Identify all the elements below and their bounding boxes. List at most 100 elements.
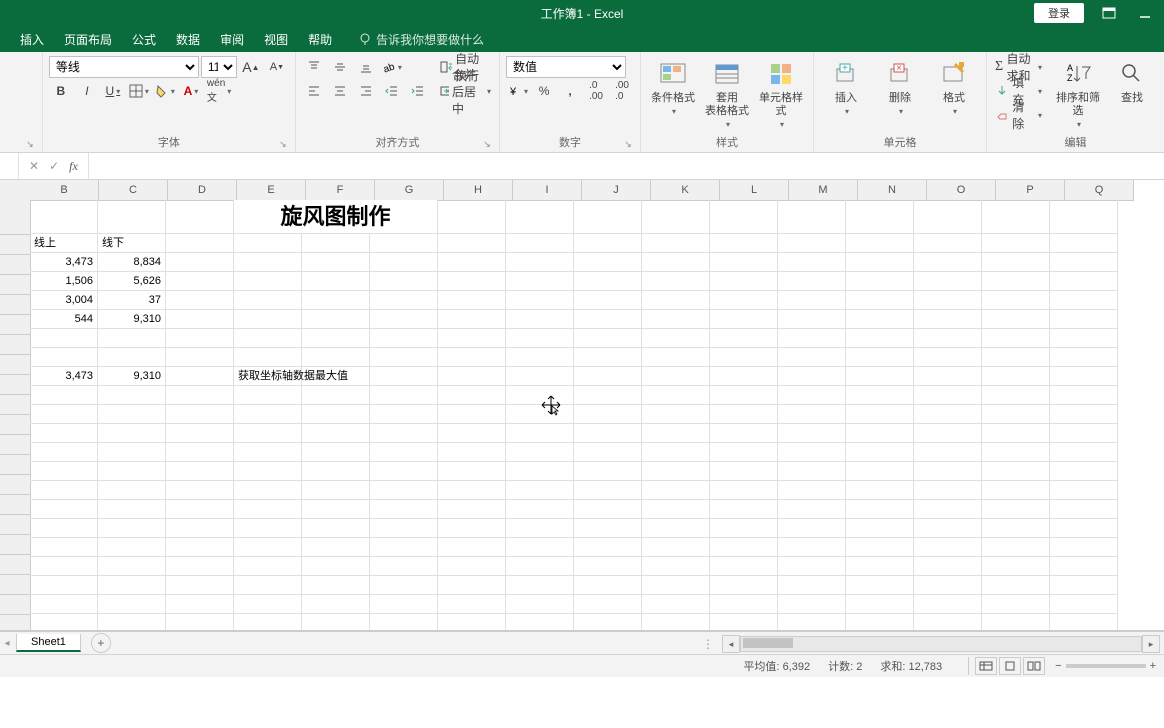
cell[interactable] [1050,367,1118,386]
row-header[interactable] [0,535,30,555]
cell[interactable] [846,424,914,443]
cell[interactable] [778,443,846,462]
cell[interactable] [846,519,914,538]
cell[interactable] [98,595,166,614]
cell[interactable] [846,348,914,367]
cell[interactable] [166,424,234,443]
cell[interactable] [166,557,234,576]
column-header[interactable]: H [444,180,513,200]
cell[interactable] [30,614,98,631]
cell[interactable] [30,576,98,595]
cell[interactable] [846,291,914,310]
cell[interactable] [710,272,778,291]
cell[interactable] [166,253,234,272]
cell[interactable] [846,310,914,329]
cell[interactable] [710,234,778,253]
cell[interactable] [914,272,982,291]
cell[interactable] [234,348,302,367]
cell[interactable] [574,443,642,462]
cell[interactable] [982,291,1050,310]
cell[interactable]: 3,473 [30,367,98,386]
cell[interactable] [1050,462,1118,481]
cell[interactable]: 544 [30,310,98,329]
cell[interactable] [846,405,914,424]
cell[interactable] [30,538,98,557]
cell[interactable] [234,481,302,500]
cell[interactable] [1050,595,1118,614]
cell[interactable] [914,424,982,443]
cell[interactable] [914,253,982,272]
cell[interactable] [302,424,370,443]
cell[interactable] [506,386,574,405]
cell[interactable] [234,500,302,519]
font-size-select[interactable]: 11 [201,56,237,78]
cell[interactable] [234,614,302,631]
cell[interactable] [1050,443,1118,462]
cell[interactable] [438,272,506,291]
cell[interactable] [710,386,778,405]
cell[interactable] [98,348,166,367]
column-header[interactable]: L [720,180,789,200]
cell[interactable] [982,329,1050,348]
cell[interactable] [642,424,710,443]
cell[interactable] [846,557,914,576]
cell[interactable] [1050,253,1118,272]
insert-button[interactable]: +插入▾ [820,56,872,119]
cell[interactable] [370,424,438,443]
percent-button[interactable]: % [532,80,556,102]
zoom-out-button[interactable]: − [1055,660,1061,672]
cell[interactable] [642,576,710,595]
cell[interactable] [302,538,370,557]
column-header[interactable]: F [306,180,375,200]
cell[interactable] [302,272,370,291]
cell[interactable] [1050,348,1118,367]
row-header[interactable] [0,495,30,515]
cell[interactable] [574,614,642,631]
align-right-icon[interactable] [354,80,378,102]
cell[interactable] [438,519,506,538]
cell[interactable] [370,234,438,253]
tab-help[interactable]: 帮助 [308,31,332,48]
cell[interactable] [166,481,234,500]
cell[interactable] [778,272,846,291]
row-header[interactable] [0,475,30,495]
cell[interactable] [30,405,98,424]
cell[interactable] [914,291,982,310]
cell[interactable] [234,386,302,405]
cell[interactable] [438,538,506,557]
cell[interactable] [166,367,234,386]
cell[interactable] [982,519,1050,538]
cell[interactable] [166,272,234,291]
cell[interactable] [642,253,710,272]
cell[interactable]: 8,834 [98,253,166,272]
cell[interactable] [506,405,574,424]
cell[interactable] [30,200,98,234]
column-header[interactable]: O [927,180,996,200]
cell[interactable] [982,367,1050,386]
cell[interactable] [98,200,166,234]
cell[interactable] [166,443,234,462]
cell[interactable] [914,310,982,329]
cell[interactable] [642,367,710,386]
row-header[interactable] [0,255,30,275]
cell[interactable] [98,557,166,576]
cell[interactable] [574,557,642,576]
cell[interactable] [710,329,778,348]
cell[interactable] [1050,234,1118,253]
cell[interactable] [234,405,302,424]
column-header[interactable]: C [99,180,168,200]
sheet-tab-active[interactable]: Sheet1 [16,634,81,652]
cancel-formula-icon[interactable]: ✕ [29,159,39,173]
cell[interactable] [370,348,438,367]
row-header[interactable] [0,575,30,595]
cell[interactable] [30,424,98,443]
cell[interactable] [846,234,914,253]
cell[interactable] [370,576,438,595]
row-header[interactable] [0,415,30,435]
cell[interactable] [778,595,846,614]
cell[interactable] [778,253,846,272]
cell-styles-button[interactable]: 单元格样式▾ [755,56,807,132]
view-page-layout-icon[interactable] [999,657,1021,675]
cell[interactable] [1050,614,1118,631]
cell[interactable] [642,348,710,367]
